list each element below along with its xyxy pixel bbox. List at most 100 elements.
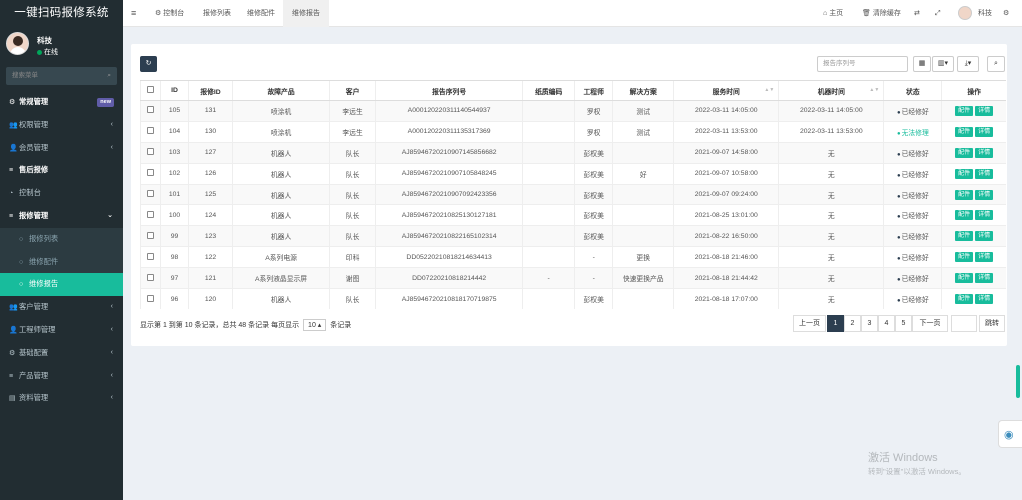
sidebar-item[interactable]: ⚙ 基础配置 ‹: [0, 342, 123, 365]
parts-button[interactable]: 配件: [955, 231, 974, 242]
menu-toggle-icon[interactable]: ≡: [131, 0, 136, 27]
parts-button[interactable]: 配件: [955, 105, 974, 116]
page-1-button[interactable]: 1: [827, 315, 844, 332]
row-checkbox[interactable]: [147, 252, 154, 260]
row-checkbox-cell[interactable]: [140, 246, 161, 268]
sidebar-item[interactable]: ○ 维修配件: [0, 250, 123, 274]
column-header[interactable]: 机器时间 ▲▼: [778, 80, 884, 101]
serial-search-input[interactable]: 报告序列号: [817, 56, 908, 72]
tab-parts[interactable]: 维修配件: [247, 0, 275, 27]
home-link[interactable]: ⌂ 主页: [823, 0, 843, 27]
jump-page-input[interactable]: [951, 315, 977, 332]
select-all-checkbox-cell[interactable]: [140, 80, 161, 101]
parts-button[interactable]: 配件: [955, 252, 974, 263]
row-checkbox-cell[interactable]: [140, 162, 161, 185]
sidebar-item[interactable]: ▤ 资料管理 ‹: [0, 387, 123, 410]
translate-icon[interactable]: ⇄: [914, 0, 920, 27]
tab-repair-list[interactable]: 报修列表: [203, 0, 231, 27]
detail-button[interactable]: 详情: [975, 210, 994, 221]
jump-button[interactable]: 跳转: [979, 315, 1005, 332]
detail-button[interactable]: 详情: [975, 147, 994, 158]
parts-button[interactable]: 配件: [955, 210, 974, 221]
floating-help-button[interactable]: ◉: [998, 420, 1022, 448]
column-header[interactable]: 解决方案: [612, 80, 674, 101]
row-checkbox[interactable]: [147, 273, 154, 281]
top-user-name[interactable]: 科技: [978, 0, 992, 27]
sidebar-item[interactable]: ◔ 控制台: [0, 182, 123, 205]
parts-button[interactable]: 配件: [955, 273, 974, 284]
sidebar-item[interactable]: ○ 维修报告: [0, 273, 123, 297]
column-header[interactable]: 操作: [941, 80, 1006, 101]
settings-icon[interactable]: ⚙: [1003, 0, 1009, 27]
detail-button[interactable]: 详情: [975, 105, 994, 116]
sidebar-item[interactable]: ≡ 报修管理 ⌄: [0, 205, 123, 228]
sidebar-item[interactable]: ≡ 产品管理 ‹: [0, 365, 123, 388]
row-checkbox-cell[interactable]: [140, 100, 161, 122]
refresh-button[interactable]: ↻: [140, 56, 157, 72]
search-toggle-button[interactable]: ⌕: [987, 56, 1005, 72]
row-checkbox-cell[interactable]: [140, 120, 161, 143]
column-header[interactable]: 服务时间 ▲▼: [673, 80, 779, 101]
row-checkbox-cell[interactable]: [140, 141, 161, 164]
column-header[interactable]: 客户: [329, 80, 376, 101]
tab-repair-report[interactable]: 维修报告: [283, 0, 329, 27]
menu-search-input[interactable]: 搜索菜单 ⌕: [6, 67, 117, 85]
page-3-button[interactable]: 3: [861, 315, 878, 332]
search-icon[interactable]: ⌕: [107, 67, 111, 85]
columns-dropdown[interactable]: ▥▾: [932, 56, 954, 72]
parts-button[interactable]: 配件: [955, 147, 974, 158]
fullscreen-icon[interactable]: ⤢: [935, 0, 941, 27]
detail-button[interactable]: 详情: [975, 231, 994, 242]
sidebar-item[interactable]: ≡ 售后报修: [0, 159, 123, 182]
row-checkbox-cell[interactable]: [140, 267, 161, 289]
column-header[interactable]: 报告序列号: [375, 80, 523, 101]
row-checkbox[interactable]: [147, 210, 154, 218]
column-header[interactable]: 故障产品: [232, 80, 330, 101]
parts-button[interactable]: 配件: [955, 294, 974, 305]
row-checkbox[interactable]: [147, 127, 154, 135]
column-header[interactable]: 纸质编码: [522, 80, 575, 101]
parts-button[interactable]: 配件: [955, 168, 974, 179]
row-checkbox[interactable]: [147, 169, 154, 177]
column-header[interactable]: 状态: [883, 80, 942, 101]
detail-button[interactable]: 详情: [975, 252, 994, 263]
detail-button[interactable]: 详情: [975, 168, 994, 179]
row-checkbox[interactable]: [147, 231, 154, 239]
sort-icon[interactable]: ▲▼: [869, 87, 879, 93]
page-5-button[interactable]: 5: [895, 315, 912, 332]
parts-button[interactable]: 配件: [955, 189, 974, 200]
column-header[interactable]: 报修ID: [188, 80, 233, 101]
parts-button[interactable]: 配件: [955, 126, 974, 137]
row-checkbox[interactable]: [147, 106, 154, 114]
sidebar-item[interactable]: 👥权限管理 ‹: [0, 114, 123, 137]
select-all-checkbox[interactable]: [147, 86, 154, 93]
page-4-button[interactable]: 4: [878, 315, 895, 332]
top-avatar[interactable]: [958, 6, 972, 20]
detail-button[interactable]: 详情: [975, 273, 994, 284]
sort-icon[interactable]: ▲▼: [764, 87, 774, 93]
row-checkbox-cell[interactable]: [140, 204, 161, 226]
scrollbar-handle[interactable]: [1016, 365, 1020, 398]
next-page-button[interactable]: 下一页: [912, 315, 948, 332]
detail-button[interactable]: 详情: [975, 126, 994, 137]
row-checkbox[interactable]: [147, 190, 154, 197]
column-header[interactable]: 工程师: [574, 80, 613, 101]
sidebar-item[interactable]: ⚙ 常规管理 new: [0, 91, 123, 114]
sidebar-item[interactable]: 👤工程师管理 ‹: [0, 319, 123, 342]
row-checkbox-cell[interactable]: [140, 225, 161, 247]
sidebar-item[interactable]: ○ 报修列表: [0, 227, 123, 251]
column-header[interactable]: ID: [159, 80, 189, 101]
detail-button[interactable]: 详情: [975, 189, 994, 200]
sidebar-item[interactable]: 👥客户管理 ‹: [0, 296, 123, 319]
tab-dashboard[interactable]: ⚙ 控制台: [155, 0, 184, 27]
detail-button[interactable]: 详情: [975, 294, 994, 305]
row-checkbox-cell[interactable]: [140, 183, 161, 205]
row-checkbox[interactable]: [147, 294, 154, 302]
row-checkbox-cell[interactable]: [140, 288, 161, 310]
page-size-select[interactable]: 10 ▴: [303, 319, 327, 331]
export-dropdown[interactable]: ⤓▾: [957, 56, 979, 72]
toggle-view-button[interactable]: ▦: [913, 56, 931, 72]
prev-page-button[interactable]: 上一页: [793, 315, 826, 332]
row-checkbox[interactable]: [147, 148, 154, 156]
page-2-button[interactable]: 2: [844, 315, 861, 332]
